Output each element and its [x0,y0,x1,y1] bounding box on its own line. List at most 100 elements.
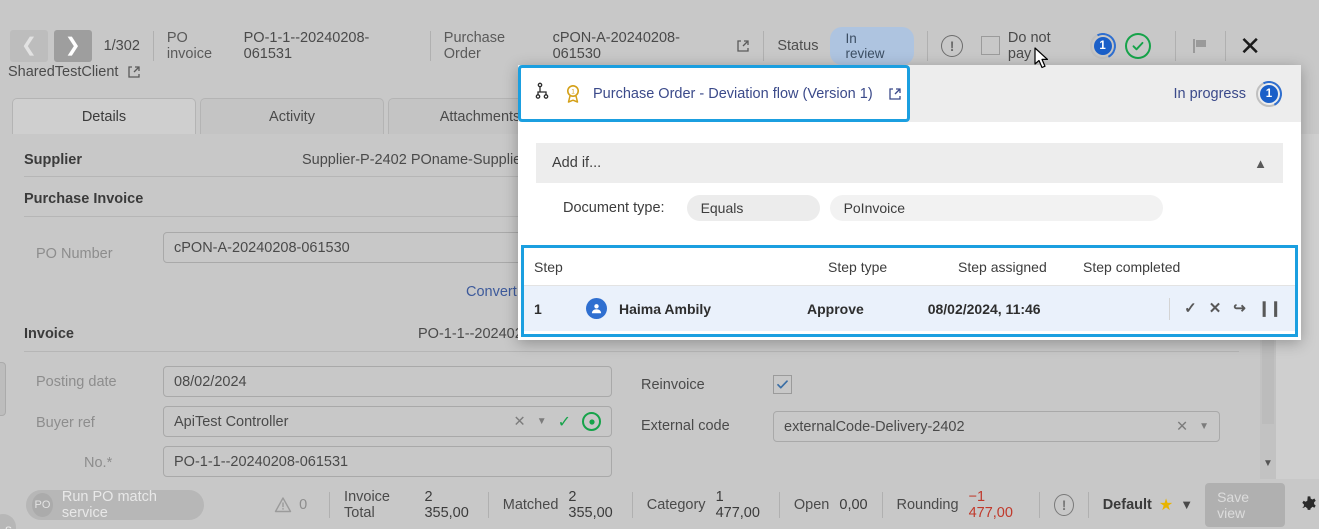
add-if-section-header[interactable]: Add if... ▲ [536,143,1283,183]
step-type-value: Approve [807,301,928,317]
po-badge: PO [32,493,53,517]
supplier-section-title: Supplier [24,152,82,168]
po-invoice-label: PO invoice [167,30,237,62]
left-edge-handle[interactable] [0,362,6,416]
step-assignee-cell: Haima Ambily [586,298,807,319]
scroll-down-arrow-icon[interactable]: ▼ [1260,459,1276,469]
divider [779,492,780,518]
flag-icon[interactable] [1189,35,1211,57]
invoice-value: PO-1-1--202402 [418,326,523,342]
flow-external-link-icon[interactable] [888,87,902,101]
favorite-star-icon[interactable]: ★ [1159,495,1173,515]
validated-icon[interactable] [582,412,601,431]
check-icon[interactable]: ✓ [558,412,571,432]
step-actions: ✓ ✕ ↪ ❙❙ [1169,298,1295,320]
divider [329,492,330,518]
previous-chip-partial[interactable]: s [0,514,16,529]
buyer-ref-input[interactable]: ApiTest Controller ✕ ▼ ✓ [163,406,612,437]
view-name[interactable]: Default [1103,497,1152,513]
status-label: Status [777,38,818,54]
external-link-icon[interactable] [736,39,750,53]
condition-field-label: Document type: [563,200,665,216]
chevron-down-icon[interactable]: ▼ [537,416,547,427]
checkmark-icon [776,378,789,391]
save-view-button[interactable]: Save view [1205,483,1285,527]
bottom-status-bar: s PO Run PO match service 0 Invoice Tota… [0,480,1319,529]
in-progress-count: 1 [1260,85,1278,103]
po-invoice-value[interactable]: PO-1-1--20240208-061531 [244,30,417,62]
warning-count: 0 [299,497,307,513]
condition-operator[interactable]: Equals [687,195,820,221]
reassign-arrow-icon[interactable]: ↪ [1233,301,1246,316]
flow-title-card[interactable]: 1 Purchase Order - Deviation flow (Versi… [518,65,910,122]
table-header-row: Step Step type Step assigned Step comple… [524,248,1295,286]
tab-details-label: Details [82,109,126,125]
external-code-value: externalCode-Delivery-2402 [784,419,965,435]
external-code-adornments: ✕ ▼ [1176,419,1209,435]
workflow-progress-badge[interactable]: 1 [1090,33,1116,59]
purchase-invoice-section-title: Purchase Invoice [24,191,143,207]
invoice-section-title: Invoice [24,326,74,342]
run-po-match-service-button[interactable]: PO Run PO match service [26,490,204,520]
reinvoice-checkbox[interactable] [773,375,792,394]
add-if-label: Add if... [552,155,601,171]
gear-icon[interactable] [1299,495,1319,515]
divider [882,492,883,518]
reinvoice-label: Reinvoice [641,377,705,393]
chevron-down-icon[interactable]: ▼ [1199,421,1209,432]
step-assignee-name: Haima Ambily [619,301,711,317]
do-not-pay-checkbox[interactable] [981,36,1000,55]
divider [1088,492,1089,518]
column-header-step-type: Step type [828,259,958,275]
avatar [586,298,607,319]
divider [488,492,489,518]
close-button[interactable]: ✕ [1239,33,1261,59]
status-badge[interactable]: In review [830,27,914,65]
in-progress-badge[interactable]: 1 [1256,81,1282,107]
divider [632,492,633,518]
approve-check-icon[interactable]: ✓ [1184,301,1197,316]
next-record-button[interactable]: ❯ [54,30,92,62]
column-header-step-completed: Step completed [1083,259,1218,275]
divider [1175,31,1176,61]
status-info-icon[interactable]: ! [1054,494,1074,516]
client-row: SharedTestClient [8,64,141,80]
external-code-label: External code [641,418,730,434]
chevron-down-icon[interactable]: ▼ [1180,497,1193,512]
divider [153,31,154,61]
table-row[interactable]: 1 Haima Ambily Approve 08/02/2024, 11:46… [524,286,1295,331]
posting-date-value: 08/02/2024 [174,374,247,390]
clear-icon[interactable]: ✕ [514,414,526,430]
purchase-order-value[interactable]: cPON-A-20240208-061530 [553,30,728,62]
warning-triangle-icon[interactable] [274,496,292,514]
tab-activity[interactable]: Activity [200,98,384,134]
metric-label-matched: Matched [503,497,559,513]
buyer-ref-label: Buyer ref [36,415,95,431]
no-field-input[interactable]: PO-1-1--20240208-061531 [163,446,612,477]
metric-label-rounding: Rounding [896,497,958,513]
tab-attachments-label: Attachments [440,109,521,125]
posting-date-input[interactable]: 08/02/2024 [163,366,612,397]
external-code-input[interactable]: externalCode-Delivery-2402 ✕ ▼ [773,411,1220,442]
reject-x-icon[interactable]: ✕ [1209,301,1222,316]
info-exclamation-icon[interactable]: ! [941,35,963,57]
supplier-value: Supplier-P-2402 POname-Supplier- [302,152,531,168]
step-assigned-value: 08/02/2024, 11:46 [928,301,1044,317]
workflow-popover: 1 Purchase Order - Deviation flow (Versi… [518,65,1301,340]
tab-activity-label: Activity [269,109,315,125]
chevron-right-icon: ❯ [65,36,81,55]
chevron-left-icon: ❮ [21,36,37,55]
chevron-up-icon[interactable]: ▲ [1254,156,1267,171]
divider [1169,298,1170,320]
convert-link[interactable]: Convert [466,284,517,300]
previous-record-button[interactable]: ❮ [10,30,48,62]
approved-check-icon[interactable] [1125,33,1151,59]
clear-icon[interactable]: ✕ [1176,419,1188,435]
client-external-link-icon[interactable] [127,65,141,79]
tab-details[interactable]: Details [12,98,196,134]
condition-value[interactable]: PoInvoice [830,195,1163,221]
column-header-step: Step [524,259,590,275]
hold-pause-icon[interactable]: ❙❙ [1258,301,1281,316]
divider [1225,31,1226,61]
buyer-ref-adornments: ✕ ▼ ✓ [514,412,601,432]
